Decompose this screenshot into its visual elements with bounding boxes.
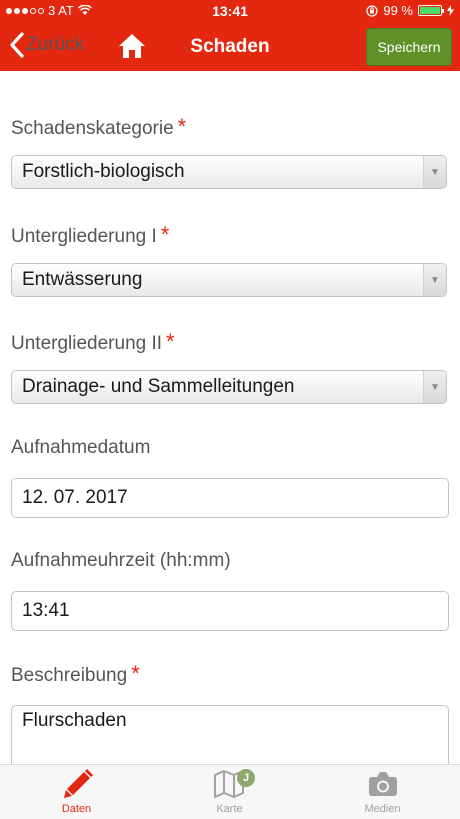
dropdown-arrow-icon: ▼ xyxy=(423,264,446,296)
time-field: Aufnahmeuhrzeit (hh:mm) xyxy=(11,550,449,572)
tab-medien[interactable]: Medien xyxy=(306,765,459,819)
camera-icon xyxy=(368,772,397,796)
category-value: Forstlich-biologisch xyxy=(22,161,185,182)
top-bar: 3 AT 13:41 99 % Zurück Schaden Speichern xyxy=(0,0,460,71)
back-button[interactable]: Zurück xyxy=(10,32,84,58)
navigation-bar: Zurück Schaden Speichern xyxy=(0,22,460,71)
karte-badge: J xyxy=(237,769,255,787)
sub1-label: Untergliederung I xyxy=(11,226,157,247)
dropdown-arrow-icon: ▼ xyxy=(423,371,446,403)
pencil-icon xyxy=(63,769,93,798)
sub2-select[interactable]: Drainage- und Sammelleitungen ▼ xyxy=(11,370,447,404)
description-label: Beschreibung xyxy=(11,665,128,686)
charging-icon xyxy=(447,5,454,16)
sub2-field: Untergliederung II * xyxy=(11,329,449,355)
description-field: Beschreibung * xyxy=(11,661,449,687)
status-bar: 3 AT 13:41 99 % xyxy=(0,0,460,22)
tab-daten-label: Daten xyxy=(61,803,92,815)
back-label: Zurück xyxy=(26,34,85,55)
category-field: Schadenskategorie * xyxy=(11,114,449,140)
sub1-field: Untergliederung I * xyxy=(11,222,449,248)
dropdown-arrow-icon: ▼ xyxy=(423,156,446,188)
required-marker: * xyxy=(131,661,140,686)
battery-icon xyxy=(418,5,444,16)
date-input[interactable]: 12. 07. 2017 xyxy=(11,478,449,518)
required-marker: * xyxy=(160,222,170,247)
sub2-label: Untergliederung II xyxy=(11,333,163,354)
save-button[interactable]: Speichern xyxy=(366,28,452,66)
tab-karte-label: Karte xyxy=(216,803,243,815)
time-input[interactable]: 13:41 xyxy=(11,591,449,631)
sub1-value: Entwässerung xyxy=(22,269,143,290)
tab-bar: Daten J Karte Medien xyxy=(0,764,460,819)
category-select[interactable]: Forstlich-biologisch ▼ xyxy=(11,155,447,189)
home-icon[interactable] xyxy=(118,33,146,59)
chevron-left-icon xyxy=(10,32,24,58)
sub1-select[interactable]: Entwässerung ▼ xyxy=(11,263,447,297)
time-label: Aufnahmeuhrzeit (hh:mm) xyxy=(11,550,231,571)
date-field: Aufnahmedatum xyxy=(11,437,449,459)
battery-percent: 99 % xyxy=(383,3,413,18)
tab-daten[interactable]: Daten xyxy=(0,765,153,819)
required-marker: * xyxy=(166,329,175,354)
tab-karte[interactable]: J Karte xyxy=(153,765,306,819)
sub2-value: Drainage- und Sammelleitungen xyxy=(22,376,295,397)
rotation-lock-icon xyxy=(366,4,378,17)
category-label: Schadenskategorie xyxy=(11,118,174,139)
date-label: Aufnahmedatum xyxy=(11,437,151,458)
tab-medien-label: Medien xyxy=(364,803,401,815)
required-marker: * xyxy=(177,114,187,139)
